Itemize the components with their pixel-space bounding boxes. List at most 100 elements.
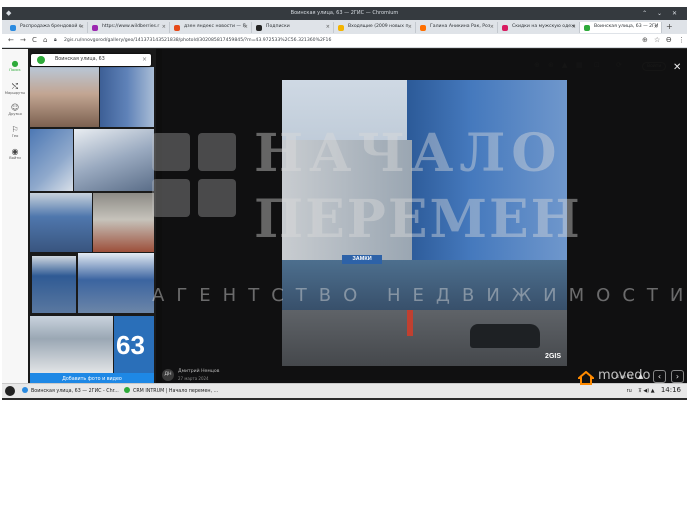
tab-4[interactable]: Входящие (2009 новых п × <box>334 22 416 33</box>
tab-label: Скидки на мужскую одеж <box>512 24 576 29</box>
favicon-icon <box>502 24 508 31</box>
taskbar-item-crm[interactable]: CRM INTRUM | Начало перемен, ... <box>124 387 218 394</box>
close-icon[interactable]: × <box>654 24 658 30</box>
profile-icon[interactable]: Ɵ <box>666 36 672 44</box>
tab-label: Галина Аникина Рак, Роз <box>430 24 491 29</box>
search-field[interactable]: Воинская улица, 63 × <box>31 54 151 66</box>
nav-geo[interactable]: ⚐ Гео <box>2 125 28 138</box>
taskbar-item-browser[interactable]: Воинская улица, 63 — 2ГИС - Chr... <box>22 387 119 394</box>
photo-brand-logo: 2GIS <box>545 353 561 360</box>
tray-icons[interactable]: ⊼ ◀) ▲ <box>638 388 654 394</box>
house-number-badge: 63 <box>116 330 145 360</box>
tab-label: Входящие (2009 новых п <box>348 24 409 29</box>
gallery-thumbnail[interactable] <box>93 193 154 252</box>
browser-menu-icon[interactable]: ⋮ <box>678 36 685 44</box>
crm-icon <box>124 387 130 393</box>
gallery-thumbnail[interactable]: 63 <box>114 316 154 373</box>
bookmark-star-icon[interactable]: ☆ <box>654 36 660 44</box>
task-label: Воинская улица, 63 — 2ГИС - Chr... <box>31 389 119 394</box>
author-name: Дмитрий Немцов <box>178 369 220 374</box>
tab-label: https://www.wildberries.r <box>102 24 160 29</box>
system-taskbar: Воинская улица, 63 — 2ГИС - Chr... CRM I… <box>2 383 687 398</box>
task-label: CRM INTRUM | Начало перемен, ... <box>133 389 219 394</box>
photo-date: 27 марта 2024 <box>178 376 209 381</box>
gallery-thumbnail[interactable] <box>30 316 113 373</box>
close-icon[interactable]: × <box>408 24 412 30</box>
new-tab-button[interactable]: + <box>666 22 673 31</box>
prev-photo-button[interactable]: ‹ <box>653 370 666 383</box>
clear-search-icon[interactable]: × <box>142 56 147 63</box>
browser-window: ◆ Воинская улица, 63 — 2ГИС — Chromium ⌃… <box>2 7 687 400</box>
close-icon[interactable]: × <box>80 24 84 30</box>
photo-hydrant <box>407 310 413 336</box>
search-pin-icon: ● <box>11 59 19 68</box>
reload-button[interactable]: C <box>32 36 37 44</box>
screen: ◆ Воинская улица, 63 — 2ГИС — Chromium ⌃… <box>0 0 687 517</box>
gallery-thumbnail[interactable] <box>32 256 76 313</box>
tab-1[interactable]: https://www.wildberries.r × <box>88 22 170 33</box>
location-pin-icon <box>37 56 45 64</box>
watermark-shape <box>152 133 190 171</box>
watermark-shape <box>152 179 190 217</box>
flag-icon: ⚐ <box>11 125 19 134</box>
favicon-icon <box>338 24 344 31</box>
tab-strip: Распродажа брендовой о × https://www.wil… <box>2 20 687 34</box>
url-text: 2gis.ru/nnovgorod/gallery/geo/1413731435… <box>64 38 332 43</box>
avatar: ДН <box>162 369 174 381</box>
lock-icon: 🔒︎ <box>54 37 57 43</box>
brand-overlay: movedo <box>578 368 651 385</box>
zoom-icon[interactable]: ⊕ <box>642 36 648 44</box>
gallery-thumbnail[interactable] <box>74 129 154 191</box>
close-icon[interactable]: × <box>572 24 576 30</box>
tab-3[interactable]: Подписки × <box>252 22 334 33</box>
window-controls[interactable]: ⌃ ⌄ ✕ <box>642 10 681 17</box>
gallery-thumbnail[interactable] <box>30 193 92 252</box>
route-icon: ⤭ <box>11 82 19 91</box>
nav-search[interactable]: ● Поиск <box>2 59 28 72</box>
close-viewer-button[interactable]: ✕ <box>673 62 681 73</box>
keyboard-layout[interactable]: ru <box>627 388 632 394</box>
clock: 14:16 <box>660 386 681 394</box>
address-bar[interactable]: 🔒︎ 2gis.ru/nnovgorod/gallery/geo/1413731… <box>52 36 632 46</box>
next-photo-button[interactable]: › <box>671 370 684 383</box>
system-tray: ru ⊼ ◀) ▲ 14:16 <box>627 386 681 394</box>
favicon-icon <box>92 24 98 31</box>
close-icon[interactable]: × <box>162 24 166 30</box>
browser-toolbar: ← → C ⌂ 🔒︎ 2gis.ru/nnovgorod/gallery/geo… <box>2 34 687 48</box>
gallery-thumbnail[interactable] <box>78 253 154 313</box>
browser-icon <box>22 387 28 393</box>
favicon-icon <box>256 24 262 31</box>
window-titlebar: ◆ Воинская улица, 63 — 2ГИС — Chromium ⌃… <box>2 7 687 20</box>
watermark-shape <box>198 133 236 171</box>
tab-0[interactable]: Распродажа брендовой о × <box>6 22 88 33</box>
left-navigation: ● Поиск ⤭ Маршруты ☺ Друзья ⚐ Гео ◉ Войт… <box>2 49 28 390</box>
nav-routes[interactable]: ⤭ Маршруты <box>2 82 28 95</box>
tab-label: дзен яндекс новости — Я <box>184 24 246 29</box>
gallery-panel: 63 <box>28 49 156 390</box>
gallery-thumbnail[interactable] <box>30 129 73 191</box>
home-button[interactable]: ⌂ <box>43 36 47 44</box>
close-icon[interactable]: × <box>326 24 330 30</box>
close-icon[interactable]: × <box>244 24 248 30</box>
nav-label: Поиск <box>9 68 21 72</box>
start-menu-icon[interactable] <box>5 386 15 396</box>
user-icon: ◉ <box>11 147 19 156</box>
favicon-icon <box>420 24 426 31</box>
nav-login[interactable]: ◉ Войти <box>2 147 28 160</box>
tab-2[interactable]: дзен яндекс новости — Я × <box>170 22 252 33</box>
nav-label: Гео <box>11 134 19 138</box>
house-logo-icon <box>578 371 594 385</box>
close-icon[interactable]: × <box>490 24 494 30</box>
tab-7[interactable]: Воинская улица, 63 — 2ГИ × <box>580 22 662 33</box>
gallery-thumbnail[interactable] <box>100 67 154 127</box>
back-button[interactable]: ← <box>8 36 14 44</box>
forward-button[interactable]: → <box>20 36 26 44</box>
nav-friends[interactable]: ☺ Друзья <box>2 103 28 116</box>
gallery-thumbnail[interactable] <box>30 67 99 127</box>
favicon-icon <box>10 24 16 31</box>
watermark-line-1: НАЧАЛО <box>254 123 563 184</box>
tab-5[interactable]: Галина Аникина Рак, Роз × <box>416 22 498 33</box>
tab-label: Подписки <box>266 24 290 29</box>
tab-6[interactable]: Скидки на мужскую одеж × <box>498 22 580 33</box>
page-content: ⊕ ⊛ ▲ ▦ ⊡ ⟳ Войти ● Поиск ⤭ Маршруты ☺ Д… <box>2 49 687 390</box>
